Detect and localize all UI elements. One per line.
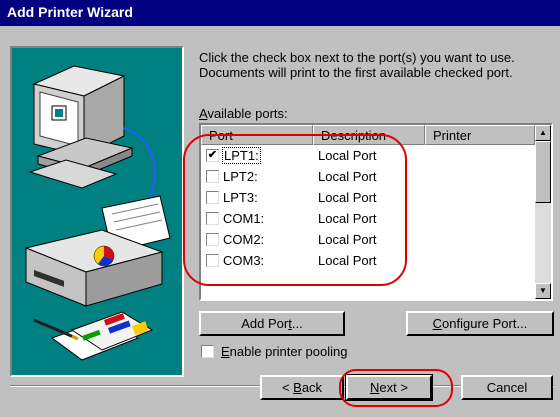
- enable-pooling-mnemonic: E: [221, 344, 230, 359]
- port-checkbox-com2[interactable]: [206, 233, 219, 246]
- column-header-description[interactable]: Description: [313, 125, 425, 145]
- port-row-lpt1[interactable]: ✔ LPT1: Local Port: [201, 145, 535, 166]
- scroll-down-icon[interactable]: ▼: [535, 283, 551, 299]
- column-header-printer[interactable]: Printer: [425, 125, 535, 145]
- port-description: Local Port: [318, 211, 377, 226]
- port-row-com3[interactable]: COM3: Local Port: [201, 250, 535, 271]
- back-prefix: <: [281, 380, 294, 395]
- port-name: LPT2:: [223, 169, 258, 184]
- next-text: ext >: [379, 380, 408, 395]
- window-title: Add Printer Wizard: [0, 0, 560, 26]
- computer-printer-illustration: [24, 65, 171, 361]
- enable-pooling-label[interactable]: Enable printer pooling: [221, 344, 347, 359]
- add-port-text: Add Por: [241, 316, 289, 331]
- port-checkbox-com3[interactable]: [206, 254, 219, 267]
- dialog-body: Click the check box next to the port(s) …: [0, 26, 560, 417]
- port-description: Local Port: [318, 232, 377, 247]
- printer-icon: [24, 195, 171, 307]
- ports-listview[interactable]: Port Description Printer ✔ LPT1: Local P…: [199, 123, 553, 301]
- port-row-lpt2[interactable]: LPT2: Local Port: [201, 166, 535, 187]
- available-ports-label-rest: vailable ports:: [207, 106, 288, 121]
- port-checkbox-lpt2[interactable]: [206, 170, 219, 183]
- enable-pooling-text: nable printer pooling: [229, 344, 348, 359]
- available-ports-label: Available ports:: [199, 106, 288, 121]
- port-checkbox-com1[interactable]: [206, 212, 219, 225]
- port-checkbox-lpt3[interactable]: [206, 191, 219, 204]
- wizard-illustration: [10, 46, 184, 377]
- port-row-lpt3[interactable]: LPT3: Local Port: [201, 187, 535, 208]
- configure-port-button[interactable]: Configure Port...: [406, 311, 554, 336]
- port-name: LPT1:: [222, 147, 261, 164]
- port-checkbox-lpt1[interactable]: ✔: [206, 149, 219, 162]
- port-description: Local Port: [318, 190, 377, 205]
- port-row-com2[interactable]: COM2: Local Port: [201, 229, 535, 250]
- port-description: Local Port: [318, 148, 377, 163]
- port-name: LPT3:: [223, 190, 258, 205]
- scroll-up-icon[interactable]: ▲: [535, 125, 551, 141]
- back-button[interactable]: < Back: [260, 375, 344, 400]
- port-row-com1[interactable]: COM1: Local Port: [201, 208, 535, 229]
- cancel-button[interactable]: Cancel: [461, 375, 553, 400]
- instructions-text: Click the check box next to the port(s) …: [199, 50, 515, 80]
- next-mnemonic: N: [370, 380, 380, 395]
- ports-scrollbar[interactable]: ▲ ▼: [535, 125, 551, 299]
- ports-list-header: Port Description Printer: [201, 125, 535, 145]
- scrollbar-thumb[interactable]: [535, 141, 551, 203]
- port-description: Local Port: [318, 169, 377, 184]
- ports-list-rows: ✔ LPT1: Local Port LPT2: Local Port LPT3…: [201, 145, 535, 271]
- port-name: COM2:: [223, 232, 265, 247]
- documents-icon: [33, 311, 154, 361]
- add-port-ellipsis: ...: [291, 316, 303, 331]
- configure-port-mnemonic: C: [432, 316, 443, 331]
- next-button[interactable]: Next >: [345, 374, 433, 401]
- port-name: COM1:: [223, 211, 265, 226]
- back-mnemonic: B: [293, 380, 302, 395]
- enable-pooling-checkbox[interactable]: [201, 345, 214, 358]
- back-text: ack: [301, 380, 323, 395]
- column-header-port[interactable]: Port: [201, 125, 313, 145]
- configure-port-text: onfigure Port...: [442, 316, 528, 331]
- port-description: Local Port: [318, 253, 377, 268]
- port-name: COM3:: [223, 253, 265, 268]
- add-port-button[interactable]: Add Port...: [199, 311, 345, 336]
